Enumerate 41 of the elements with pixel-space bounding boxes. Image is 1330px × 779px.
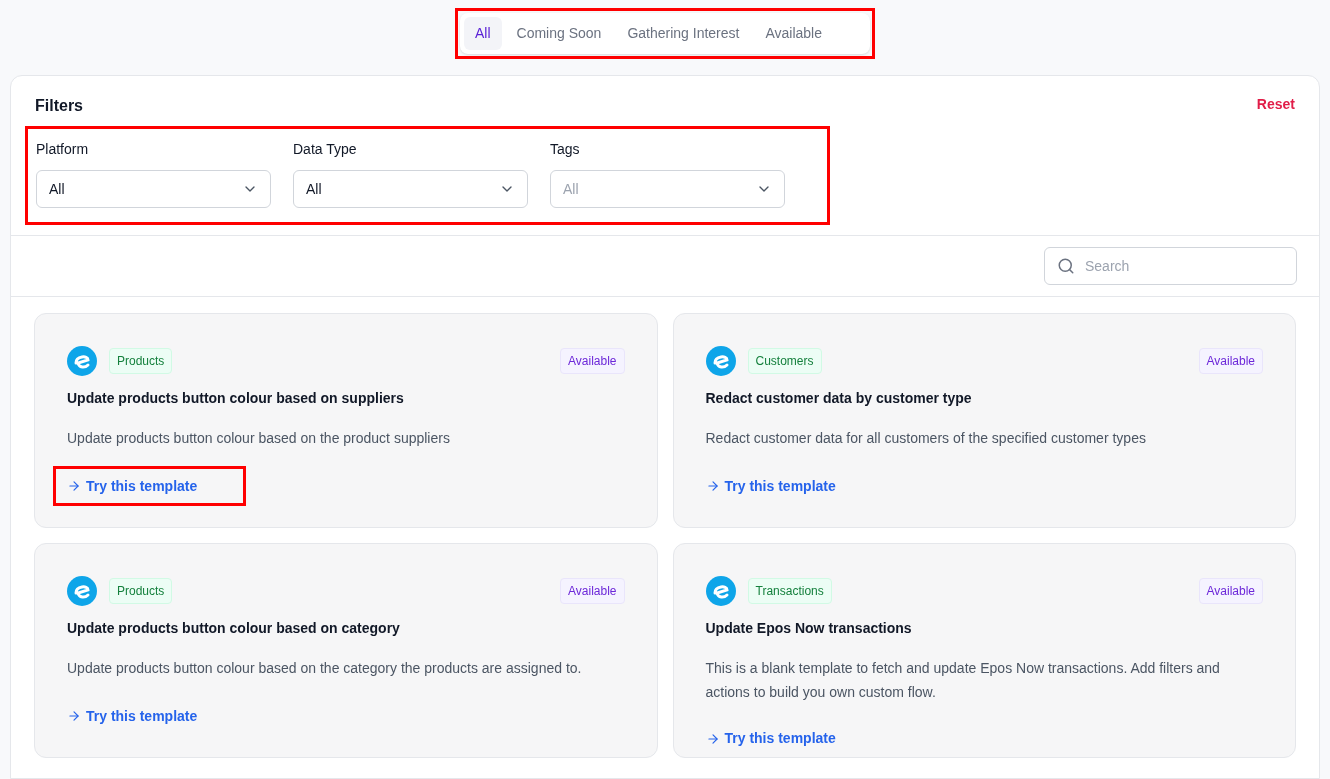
e-logo-icon: [705, 346, 736, 376]
filter-label: Platform: [36, 140, 90, 159]
category-tag: Customers: [747, 348, 822, 374]
reset-button[interactable]: Reset: [1256, 94, 1295, 115]
card-description: Redact customer data for all customers of the specified customer types: [705, 429, 1147, 448]
card-title: Redact customer data by customer type: [705, 389, 973, 408]
category-tag: Transactions: [747, 578, 832, 604]
status-badge: Available: [560, 348, 625, 374]
filters-title: Filters: [35, 96, 83, 116]
filter-tab[interactable]: Available: [754, 17, 833, 50]
card-description: This is a blank template to fetch and update Epos Now transactions. Add filters and actions to build you own custom flow.: [705, 659, 1221, 702]
filter-tab[interactable]: All: [464, 17, 502, 50]
search-icon: [1057, 257, 1075, 275]
e-logo-icon: [67, 576, 97, 606]
status-badge: Available: [560, 578, 625, 604]
status-badge: Available: [1198, 578, 1263, 604]
filter-tab[interactable]: Gathering Interest: [616, 17, 751, 50]
e-logo-icon: [705, 576, 736, 606]
arrow-right-icon: [705, 479, 720, 493]
dropdown-field[interactable]: All: [36, 170, 271, 208]
try-template-link[interactable]: Try this template: [705, 728, 836, 749]
card-description: Update products button colour based on the product suppliers: [67, 429, 451, 448]
try-template-link[interactable]: Try this template: [67, 705, 198, 727]
try-template-link[interactable]: Try this template: [67, 475, 198, 497]
arrow-right-icon: [705, 731, 720, 746]
filter-label: Tags: [550, 140, 581, 159]
card-title: Update products button colour based on suppliers: [67, 389, 405, 408]
category-tag: Products: [109, 348, 173, 374]
search-field[interactable]: Search: [1044, 247, 1297, 285]
filter-label: Data Type: [293, 140, 358, 159]
card-title: Update Epos Now transactions: [705, 619, 913, 638]
category-tag: Products: [109, 578, 173, 604]
card-title: Update products button colour based on category: [67, 619, 401, 638]
arrow-right-icon: [67, 479, 81, 493]
status-badge: Available: [1198, 348, 1263, 374]
dropdown-field[interactable]: All: [550, 170, 785, 208]
filter-tab[interactable]: Coming Soon: [505, 17, 613, 50]
e-logo-icon: [67, 346, 97, 376]
try-template-link[interactable]: Try this template: [705, 475, 836, 497]
card-description: Update products button colour based on the category the products are assigned to.: [67, 659, 583, 678]
dropdown-field[interactable]: All: [293, 170, 528, 208]
